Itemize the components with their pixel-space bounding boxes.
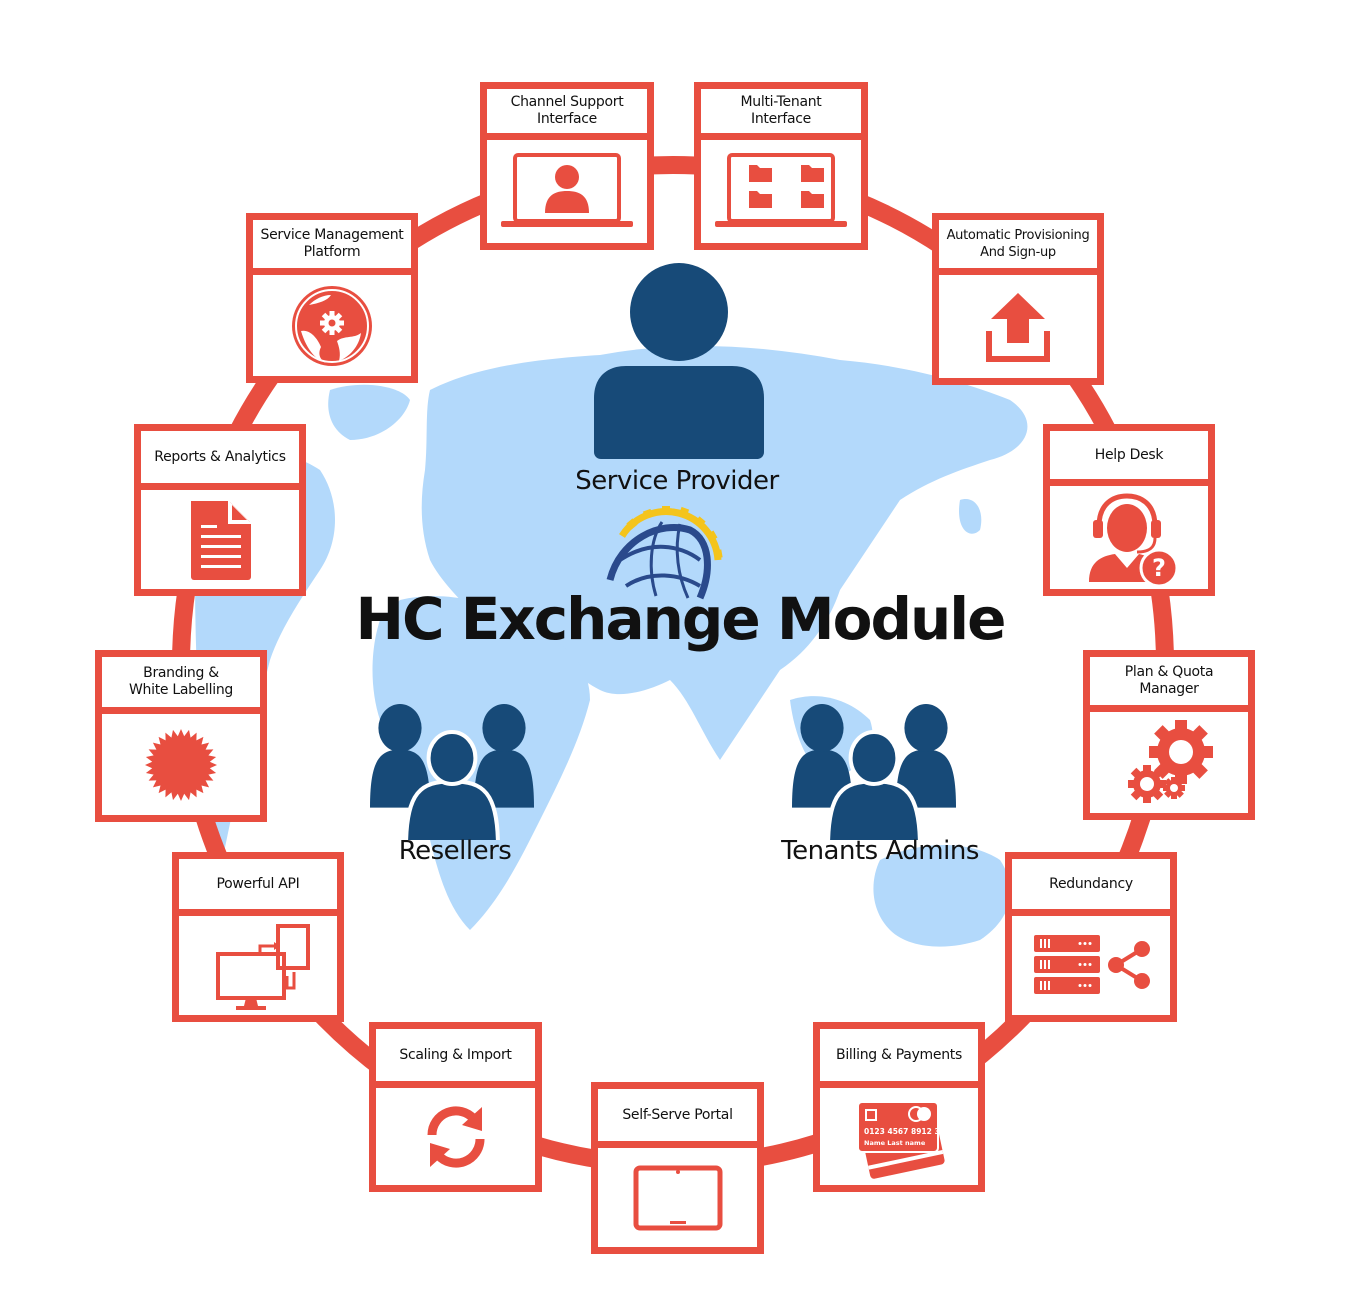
feature-title: Self-Serve Portal: [598, 1089, 757, 1148]
feature-title: Reports & Analytics: [141, 431, 299, 490]
feature-title: Branding & White Labelling: [102, 657, 260, 714]
feature-title: Multi-Tenant Interface: [701, 89, 861, 140]
feature-box-powerful-api[interactable]: Powerful API: [172, 852, 344, 1022]
feature-title: Billing & Payments: [820, 1029, 978, 1088]
feature-title: Redundancy: [1012, 859, 1170, 916]
svg-text:?: ?: [1152, 554, 1166, 582]
tenants-admins-label: Tenants Admins: [781, 836, 979, 866]
tablet-icon: [598, 1148, 757, 1247]
feature-title: Scaling & Import: [376, 1029, 535, 1088]
headset-support-icon: ?: [1050, 486, 1208, 589]
resellers-node[interactable]: [370, 700, 536, 850]
feature-title: Channel Support Interface: [487, 89, 647, 140]
tenants-admins-node[interactable]: [792, 700, 958, 850]
feature-box-plan-quota[interactable]: Plan & Quota Manager: [1083, 650, 1255, 820]
resellers-label: Resellers: [398, 836, 512, 866]
feature-box-self-serve[interactable]: Self-Serve Portal: [591, 1082, 764, 1254]
laptop-folders-icon: [701, 140, 861, 243]
feature-title: Plan & Quota Manager: [1090, 657, 1248, 712]
feature-title: Powerful API: [179, 859, 337, 916]
feature-box-billing[interactable]: Billing & Payments 0123 4567 8912 3456 N…: [813, 1022, 985, 1192]
page-title: HC Exchange Module: [355, 585, 1006, 653]
document-icon: [141, 490, 299, 589]
feature-title: Help Desk: [1050, 431, 1208, 486]
refresh-icon: [376, 1088, 535, 1185]
feature-box-branding[interactable]: Branding & White Labelling: [95, 650, 267, 822]
server-share-icon: [1012, 916, 1170, 1015]
feature-box-help-desk[interactable]: Help Desk ?: [1043, 424, 1215, 596]
feature-box-reports[interactable]: Reports & Analytics: [134, 424, 306, 596]
users-group-icon: [792, 704, 956, 850]
card-number-text: 0123 4567 8912 3456: [864, 1127, 954, 1136]
feature-title: Automatic Provisioning And Sign-up: [939, 220, 1097, 275]
globe-gear-icon: [253, 275, 411, 376]
feature-title: Service Management Platform: [253, 220, 411, 275]
card-name-text: Name Last name: [864, 1139, 926, 1147]
feature-box-auto-provisioning[interactable]: Automatic Provisioning And Sign-up: [932, 213, 1104, 385]
diagram-stage: Channel Support Interface Multi-Tenant Int…: [0, 0, 1350, 1300]
service-provider-label: Service Provider: [575, 466, 779, 496]
laptop-user-icon: [487, 140, 647, 243]
feature-box-channel-support[interactable]: Channel Support Interface: [480, 82, 654, 250]
users-group-icon: [370, 704, 534, 850]
badge-seal-icon: [102, 714, 260, 815]
user-icon: [594, 263, 764, 459]
credit-card-icon: 0123 4567 8912 3456 Name Last name: [820, 1088, 978, 1185]
gears-icon: [1090, 712, 1248, 813]
devices-sync-icon: [179, 916, 337, 1015]
feature-box-multi-tenant[interactable]: Multi-Tenant Interface: [694, 82, 868, 250]
feature-box-redundancy[interactable]: Redundancy: [1005, 852, 1177, 1022]
feature-box-service-mgmt[interactable]: Service Management Platform: [246, 213, 418, 383]
upload-icon: [939, 275, 1097, 378]
feature-box-scaling[interactable]: Scaling & Import: [369, 1022, 542, 1192]
service-provider-node[interactable]: [590, 262, 770, 462]
